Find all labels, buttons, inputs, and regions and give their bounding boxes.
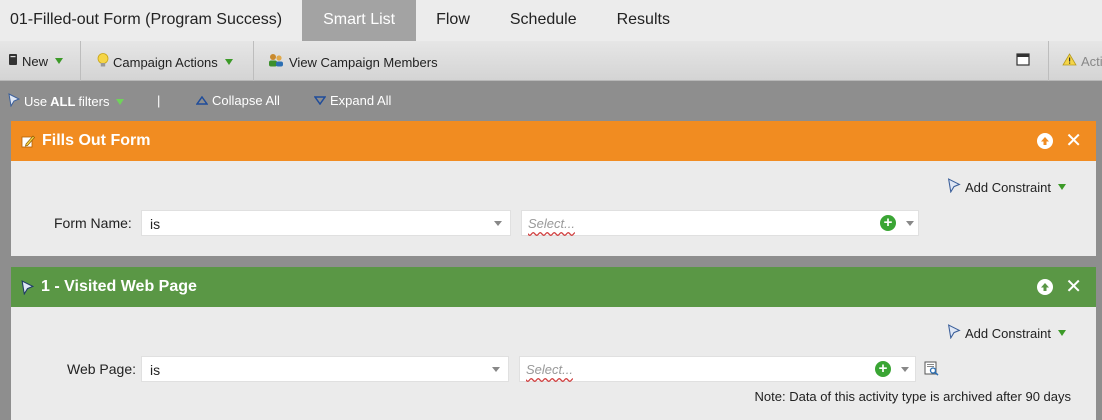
filter-funnel-icon — [8, 93, 21, 110]
triangle-down-icon — [313, 93, 327, 108]
expand-all-label: Expand All — [330, 93, 392, 108]
filter-funnel-icon — [21, 279, 34, 295]
filter-separator: | — [157, 93, 161, 108]
new-button[interactable]: New — [8, 53, 64, 69]
operator-value: is — [150, 362, 161, 378]
toolbar: New Campaign Actions View Campaign Membe… — [0, 41, 1102, 81]
new-document-icon — [8, 53, 18, 69]
toolbar-divider — [253, 41, 254, 81]
chevron-down-icon — [1058, 184, 1066, 190]
filter-title: Fills Out Form — [42, 132, 151, 149]
value-placeholder: Select... — [526, 362, 573, 377]
add-constraint-button[interactable]: Add Constraint — [947, 324, 1066, 342]
activity-button[interactable]: Acti — [1062, 53, 1102, 69]
form-name-value-input[interactable]: Select... — [521, 210, 919, 236]
operator-value: is — [150, 216, 161, 232]
tab-schedule[interactable]: Schedule — [490, 0, 597, 41]
filter-card-fills-out-form: Fills Out Form ✕ Add Constraint Form Nam… — [11, 121, 1096, 256]
tab-smart-list[interactable]: Smart List — [302, 0, 417, 41]
campaign-actions-button[interactable]: Campaign Actions — [97, 53, 233, 71]
toolbar-divider — [1048, 41, 1049, 81]
use-suffix: filters — [78, 94, 110, 109]
add-constraint-button[interactable]: Add Constraint — [947, 178, 1066, 196]
campaign-actions-label: Campaign Actions — [113, 54, 218, 70]
move-up-icon[interactable] — [1037, 279, 1054, 295]
tab-results[interactable]: Results — [597, 0, 690, 41]
triangle-up-icon — [195, 93, 209, 108]
move-up-icon[interactable] — [1037, 133, 1054, 149]
chevron-down-icon[interactable] — [901, 367, 909, 372]
collapse-all-button[interactable]: Collapse All — [195, 93, 280, 108]
chevron-down-icon — [1058, 330, 1066, 336]
form-pencil-icon — [21, 134, 35, 148]
filter-funnel-icon — [947, 324, 961, 342]
filter-header[interactable]: Fills Out Form ✕ — [11, 121, 1096, 161]
operator-select[interactable]: is — [141, 356, 509, 382]
window-icon-button[interactable] — [1016, 53, 1030, 69]
activity-label: Acti — [1081, 53, 1102, 69]
chevron-down-icon — [224, 59, 233, 65]
window-icon — [1016, 53, 1030, 69]
operator-select[interactable]: is — [141, 210, 511, 236]
tab-flow[interactable]: Flow — [416, 0, 490, 41]
warning-icon — [1062, 53, 1077, 69]
filter-card-visited-web-page: 1 - Visited Web Page ✕ Add Constraint We… — [11, 267, 1096, 420]
chevron-down-icon — [116, 98, 125, 105]
add-constraint-label: Add Constraint — [965, 325, 1051, 341]
use-all-filters-button[interactable]: Use ALL filters — [8, 93, 125, 110]
view-campaign-members-label: View Campaign Members — [289, 54, 438, 70]
filter-header[interactable]: 1 - Visited Web Page ✕ — [11, 267, 1096, 307]
people-icon — [267, 53, 285, 71]
archive-note: Note: Data of this activity type is arch… — [754, 389, 1071, 404]
lightbulb-icon — [97, 53, 109, 71]
use-prefix: Use — [24, 94, 48, 109]
chevron-down-icon — [494, 221, 502, 226]
web-page-value-input[interactable]: Select... — [519, 356, 916, 382]
toolbar-divider — [80, 41, 81, 81]
filter-bar: Use ALL filters | Collapse All Expand Al… — [0, 81, 1102, 121]
chevron-down-icon — [492, 367, 500, 372]
close-icon[interactable]: ✕ — [1065, 131, 1082, 151]
expand-all-button[interactable]: Expand All — [313, 93, 392, 108]
web-page-label: Web Page: — [67, 361, 137, 377]
value-placeholder: Select... — [528, 216, 575, 231]
use-all-bold: ALL — [50, 94, 76, 109]
filter-funnel-icon — [947, 178, 961, 196]
collapse-all-label: Collapse All — [212, 93, 280, 108]
add-value-icon[interactable]: + — [875, 361, 891, 377]
new-button-label: New — [22, 53, 49, 69]
chevron-down-icon[interactable] — [906, 221, 914, 226]
campaign-title: 01-Filled-out Form (Program Success) — [10, 11, 283, 28]
add-value-icon[interactable]: + — [880, 215, 896, 231]
form-name-label: Form Name: — [54, 215, 132, 231]
add-constraint-label: Add Constraint — [965, 179, 1051, 195]
chevron-down-icon — [55, 58, 64, 64]
filter-title: 1 - Visited Web Page — [41, 278, 197, 295]
page-picker-icon[interactable] — [924, 361, 939, 381]
close-icon[interactable]: ✕ — [1065, 277, 1082, 297]
tab-bar: 01-Filled-out Form (Program Success) Sma… — [0, 0, 1102, 41]
view-campaign-members-button[interactable]: View Campaign Members — [267, 53, 438, 71]
